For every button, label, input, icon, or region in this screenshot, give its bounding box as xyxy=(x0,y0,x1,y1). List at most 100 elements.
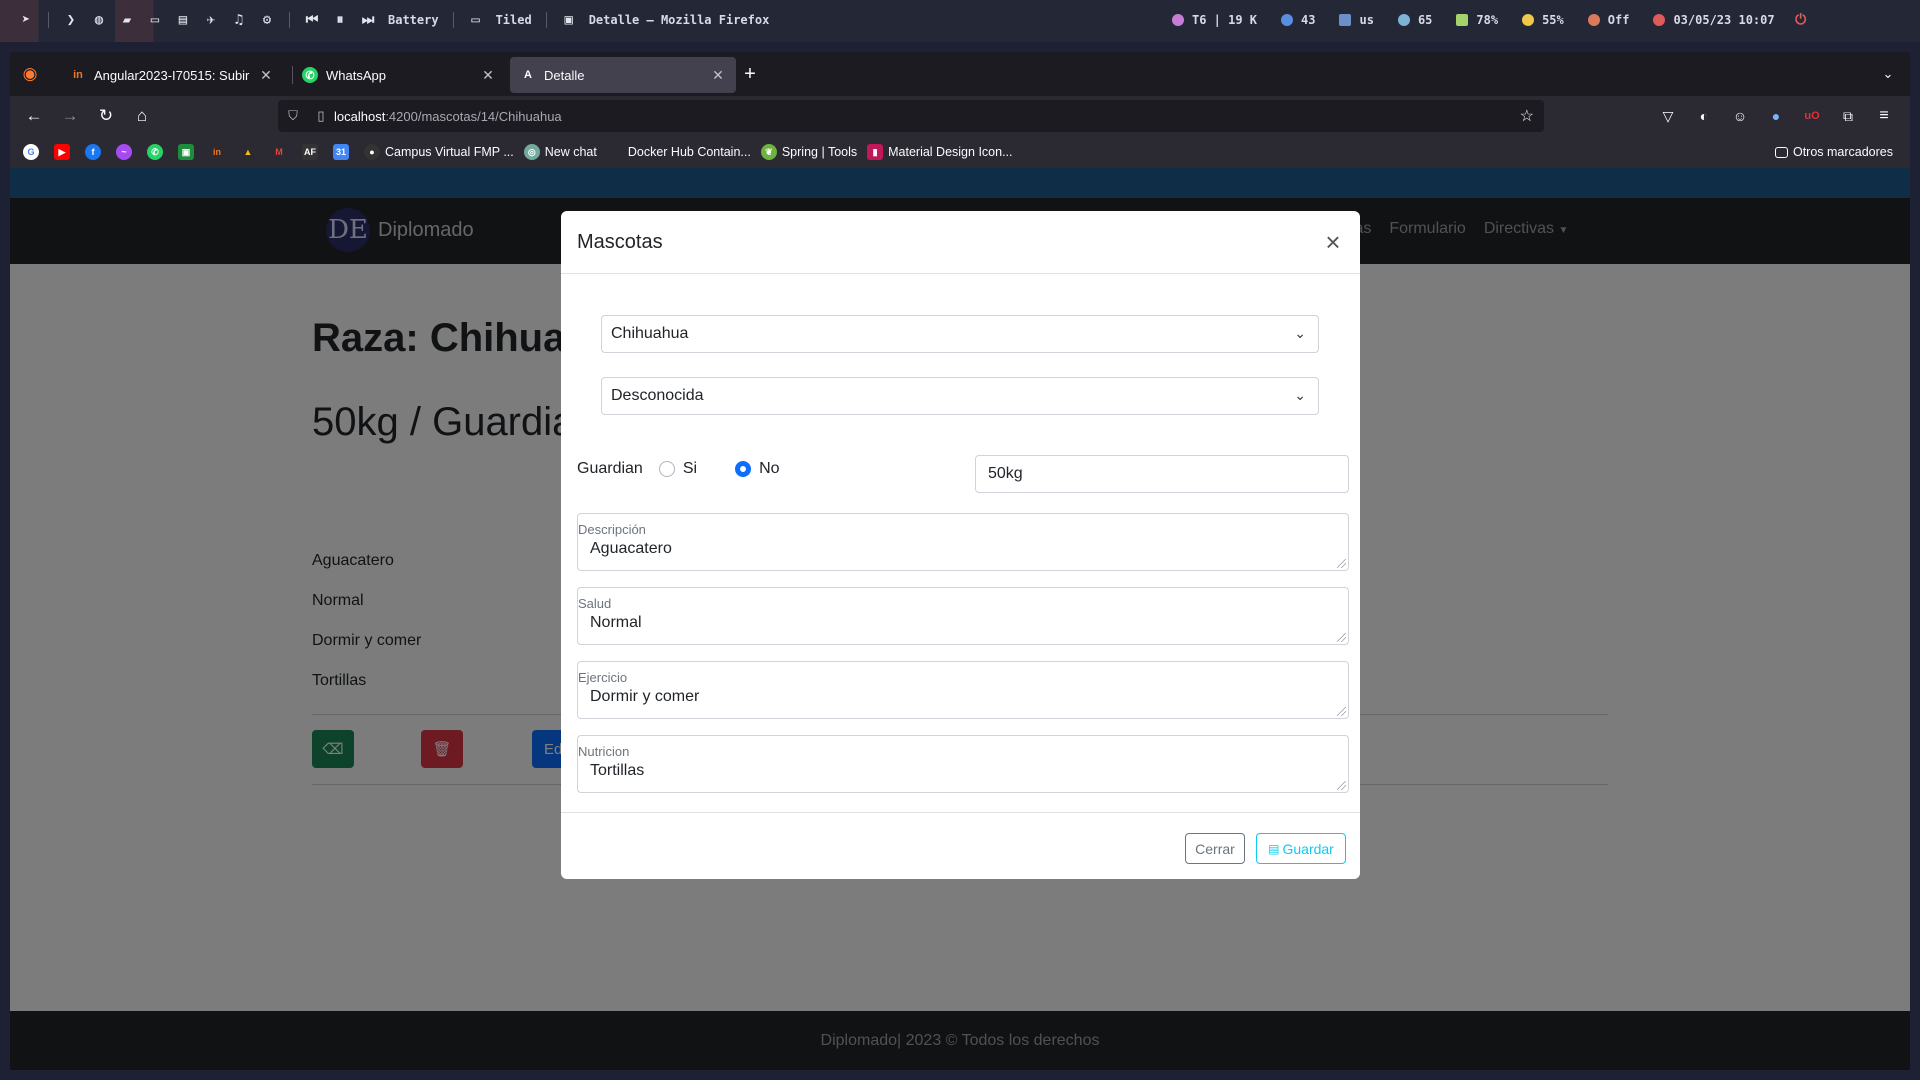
next-track-icon[interactable]: ⏭ xyxy=(359,11,377,29)
resize-handle[interactable] xyxy=(1337,633,1346,642)
launcher-icon[interactable]: ➤ xyxy=(17,11,35,29)
updates-status[interactable]: 43 xyxy=(1281,13,1315,27)
af-icon: AF xyxy=(302,144,318,160)
music-icon[interactable]: ♫ xyxy=(230,11,248,29)
reload-icon[interactable]: ↻ xyxy=(92,102,120,130)
close-icon[interactable]: × xyxy=(1320,229,1346,255)
telegram-icon[interactable]: ✈ xyxy=(202,11,220,29)
infomatica-bookmark[interactable]: in xyxy=(209,144,230,160)
extensions-icon[interactable]: ⧉ xyxy=(1834,102,1862,130)
tab-angular[interactable]: in Angular2023-I70515: Subir so ✕ xyxy=(60,57,284,93)
close-tab-icon[interactable]: ✕ xyxy=(710,67,726,84)
description-value: Aguacatero xyxy=(590,540,672,557)
nutrition-textarea[interactable]: Nutricion Tortillas xyxy=(577,735,1349,793)
af-bookmark[interactable]: AF xyxy=(302,144,323,160)
calendar-bookmark[interactable]: 31 xyxy=(333,144,354,160)
gmail-bookmark[interactable]: M xyxy=(271,144,292,160)
drive-bookmark[interactable]: ▲ xyxy=(240,144,261,160)
new-chat-bookmark[interactable]: ◎ New chat xyxy=(523,144,597,160)
close-tab-icon[interactable]: ✕ xyxy=(480,67,496,84)
guardian-group: Guardian Si No xyxy=(577,460,780,478)
ublock-icon[interactable]: uO xyxy=(1798,102,1826,130)
health-textarea[interactable]: Salud Normal xyxy=(577,587,1349,645)
description-textarea[interactable]: Descripción Aguacatero xyxy=(577,513,1349,571)
bookmark-label: Docker Hub Contain... xyxy=(627,145,751,159)
campus-bookmark[interactable]: ● Campus Virtual FMP ... xyxy=(364,144,514,160)
star-icon[interactable]: ☆ xyxy=(1520,106,1534,126)
guardian-label: Guardian xyxy=(577,460,643,477)
exercise-textarea[interactable]: Ejercicio Dormir y comer xyxy=(577,661,1349,719)
radio-yes-label[interactable]: Si xyxy=(683,460,697,478)
google-bookmark[interactable]: G xyxy=(23,144,44,160)
settings-icon[interactable]: ⚙ xyxy=(258,11,276,29)
back-icon[interactable]: ← xyxy=(20,102,48,130)
firefox-icon[interactable]: ◉ xyxy=(16,60,44,88)
monitor-icon[interactable]: ▭ xyxy=(146,11,164,29)
forward-icon[interactable]: → xyxy=(56,102,84,130)
nutrition-label: Nutricion xyxy=(578,744,630,759)
pocket-icon[interactable]: ▽ xyxy=(1654,102,1682,130)
resize-handle[interactable] xyxy=(1337,781,1346,790)
resize-handle[interactable] xyxy=(1337,559,1346,568)
pause-icon[interactable]: ⏸ xyxy=(331,11,349,29)
origin-select-value: Desconocida xyxy=(611,387,704,404)
terminal-icon[interactable]: ❯ xyxy=(62,11,80,29)
breed-select[interactable]: Chihuahua ⌄ xyxy=(601,315,1319,353)
radio-no[interactable] xyxy=(735,461,752,477)
volume-status[interactable]: 65 xyxy=(1397,13,1432,27)
network-status[interactable]: T6 | 19 K xyxy=(1172,13,1257,27)
battery-status[interactable]: 78% xyxy=(1456,13,1498,27)
globe-icon[interactable]: ◍ xyxy=(90,11,108,29)
tab-whatsapp[interactable]: ✆ WhatsApp ✕ xyxy=(292,57,506,93)
extension-avatar-icon[interactable]: ◐ xyxy=(1690,102,1718,130)
folder-icon[interactable]: ▰ xyxy=(118,11,136,29)
updates-icon xyxy=(1281,14,1294,26)
home-icon[interactable]: ⌂ xyxy=(128,102,156,130)
volume-icon xyxy=(1397,14,1410,26)
youtube-bookmark[interactable]: ▶ xyxy=(54,144,75,160)
tab-list-icon[interactable]: ⌄ xyxy=(1874,60,1902,88)
address-bar[interactable]: ⛉ ▯ localhost:4200/mascotas/14/Chihuahua… xyxy=(278,100,1544,132)
url-host: localhost xyxy=(334,108,386,124)
previous-track-icon[interactable]: ⏮ xyxy=(303,11,321,29)
layout-icon: ▭ xyxy=(471,12,480,28)
clock[interactable]: 03/05/23 10:07 xyxy=(1653,13,1775,27)
nutrition-value: Tortillas xyxy=(590,762,645,779)
save-button[interactable]: ▤ Guardar xyxy=(1256,833,1346,864)
divider xyxy=(545,12,547,28)
extension-blue-icon[interactable]: ● xyxy=(1762,102,1790,130)
wifi-icon xyxy=(1172,14,1184,26)
brightness-status[interactable]: 55% xyxy=(1522,13,1564,27)
weight-input[interactable]: 50kg xyxy=(975,455,1349,493)
keyboard-status[interactable]: us xyxy=(1339,13,1374,27)
bluetooth-status[interactable]: Off xyxy=(1587,13,1629,27)
save-button-label: Guardar xyxy=(1282,840,1334,857)
other-bookmarks[interactable]: Otros marcadores xyxy=(1774,145,1893,159)
close-button[interactable]: Cerrar xyxy=(1185,833,1245,864)
health-value: Normal xyxy=(590,614,642,631)
layout-label[interactable]: Tiled xyxy=(496,13,532,27)
facebook-bookmark[interactable]: f xyxy=(85,144,106,160)
docker-bookmark[interactable]: Docker Hub Contain... xyxy=(607,144,751,160)
power-icon[interactable]: ⏻ xyxy=(1792,11,1810,29)
shield-icon[interactable]: ⛉ xyxy=(278,108,308,124)
classroom-bookmark[interactable]: ▣ xyxy=(178,144,199,160)
menu-icon[interactable]: ≡ xyxy=(1870,102,1898,130)
messenger-bookmark[interactable]: ~ xyxy=(116,144,137,160)
resize-handle[interactable] xyxy=(1337,707,1346,716)
radio-no-label[interactable]: No xyxy=(759,460,779,478)
close-tab-icon[interactable]: ✕ xyxy=(258,67,274,84)
mdi-bookmark[interactable]: ▮ Material Design Icon... xyxy=(867,144,1012,160)
drive-icon: ▲ xyxy=(243,147,253,157)
docker-icon xyxy=(607,144,623,160)
radio-yes[interactable] xyxy=(658,461,675,477)
bookmark-label: New chat xyxy=(544,145,597,159)
modal-title: Mascotas xyxy=(577,231,663,253)
tab-detalle[interactable]: A Detalle ✕ xyxy=(510,57,736,93)
origin-select[interactable]: Desconocida ⌄ xyxy=(601,377,1319,415)
whatsapp-bookmark[interactable]: ✆ xyxy=(147,144,168,160)
extension-face-icon[interactable]: ☺ xyxy=(1726,102,1754,130)
spring-bookmark[interactable]: ❦ Spring | Tools xyxy=(760,144,857,160)
document-icon[interactable]: ▤ xyxy=(174,11,192,29)
new-tab-icon[interactable]: + xyxy=(736,60,764,88)
